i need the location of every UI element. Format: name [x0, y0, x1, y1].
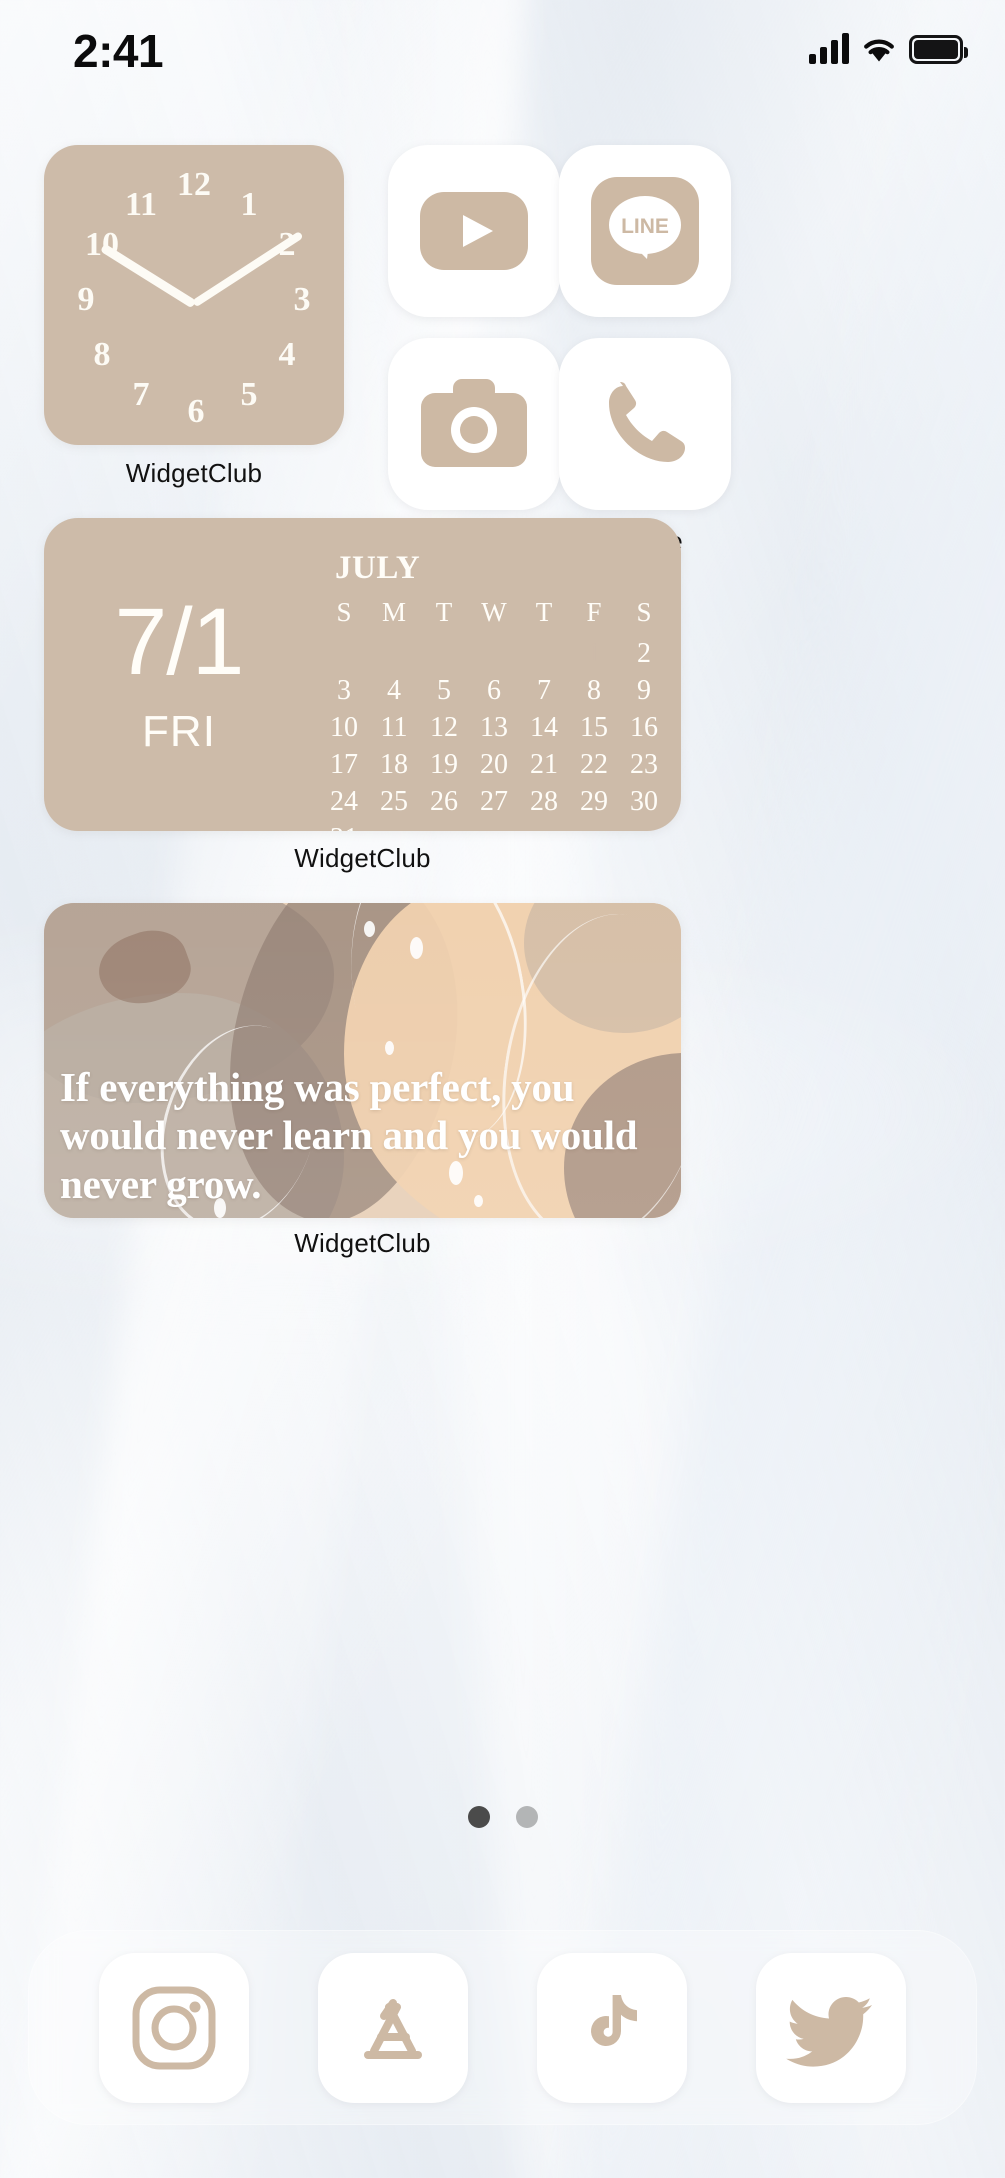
clock-numeral: 12	[177, 166, 211, 203]
clock-numeral: 8	[93, 336, 111, 373]
clock-numeral: 9	[77, 281, 95, 318]
calendar-day: 7	[537, 675, 551, 706]
calendar-date-block: 7/1 FRI	[44, 518, 314, 831]
calendar-day: 31	[319, 822, 369, 831]
calendar-weekday-header: F	[586, 597, 602, 627]
wifi-icon	[864, 39, 894, 62]
status-bar-indicators	[809, 32, 968, 64]
calendar-weekday-header: T	[535, 597, 553, 627]
twitter-icon	[786, 1996, 873, 2067]
instagram-icon	[132, 1986, 216, 2069]
tiktok-icon	[591, 1994, 638, 2046]
calendar-weekday-header: S	[336, 597, 352, 627]
clock-widget-label: WidgetClub	[125, 458, 263, 488]
calendar-day: 4	[387, 675, 401, 706]
camera-icon	[421, 379, 527, 467]
calendar-day: 20	[480, 749, 508, 780]
clock-numeral: 4	[278, 336, 296, 373]
quote-widget[interactable]: If everything was perfect, you would nev…	[44, 903, 681, 1218]
calendar-weekday-header: S	[636, 597, 652, 627]
calendar-day: 14	[530, 712, 558, 743]
calendar-day: 26	[430, 786, 458, 817]
signal-bars-icon	[809, 32, 849, 64]
calendar-day: 24	[330, 786, 358, 817]
calendar-day: 2	[637, 638, 651, 669]
phone-icon	[609, 382, 685, 462]
quote-widget-label: WidgetClub	[294, 1228, 431, 1258]
calendar-day: 22	[580, 749, 608, 780]
calendar-day: 13	[480, 712, 508, 743]
calendar-month-block: JULY SMTWTFS.....12345678910111213141516…	[319, 550, 669, 831]
app-tile[interactable]: LINE	[559, 145, 731, 317]
calendar-grid: SMTWTFS.....1234567891011121314151617181…	[319, 595, 669, 831]
home-screen: 12 1 2 3 4 5 6 7 8 9 10 11 WidgetClub Yo…	[0, 0, 1005, 2178]
status-bar: 2:41	[0, 0, 1005, 96]
calendar-weekday-header: T	[435, 597, 453, 627]
line-icon: LINE	[591, 177, 699, 285]
calendar-day: 16	[630, 712, 658, 743]
clock-face: 12 1 2 3 4 5 6 7 8 9 10 11	[44, 145, 344, 445]
calendar-day-of-week: FRI	[142, 707, 216, 756]
svg-text:LINE: LINE	[621, 215, 669, 238]
dock-icon-app-store[interactable]	[317, 1952, 468, 2103]
calendar-weekday-header: M	[381, 597, 406, 627]
calendar-widget[interactable]: 7/1 FRI JULY SMTWTFS.....123456789101112…	[44, 518, 681, 831]
calendar-weekday-header: W	[481, 597, 507, 627]
calendar-day: 29	[580, 786, 608, 817]
clock-numeral: 6	[187, 393, 205, 430]
clock-numeral: 3	[293, 281, 311, 318]
calendar-widget-label: WidgetClub	[294, 843, 431, 873]
calendar-day: 15	[580, 712, 608, 743]
clock-numeral: 5	[240, 376, 258, 413]
calendar-day: 18	[380, 749, 408, 780]
app-icon-line[interactable]: LINE LINE	[559, 145, 731, 364]
battery-full-icon	[909, 35, 968, 64]
status-bar-time: 2:41	[73, 25, 164, 77]
page-dot-active[interactable]	[467, 1806, 490, 1828]
calendar-day: 23	[630, 749, 658, 780]
dock-icon-twitter[interactable]	[756, 1952, 907, 2103]
clock-hour-hand	[100, 243, 197, 309]
app-icon-youtube[interactable]: YouTube	[388, 145, 560, 364]
quote-text: If everything was perfect, you would nev…	[60, 1063, 638, 1207]
calendar-day: 28	[530, 786, 558, 817]
calendar-date: 7/1	[114, 589, 244, 695]
calendar-day: 12	[430, 712, 458, 743]
app-tile[interactable]	[388, 338, 560, 510]
app-store-icon	[363, 1998, 422, 2059]
calendar-day: 17	[330, 749, 358, 780]
calendar-day: 8	[587, 675, 601, 706]
page-indicator[interactable]	[0, 1806, 1005, 1828]
youtube-icon	[420, 192, 528, 270]
calendar-day: 25	[380, 786, 408, 817]
calendar-day: 5	[437, 675, 451, 706]
app-tile[interactable]	[559, 338, 731, 510]
calendar-day: 11	[380, 712, 408, 743]
dock-icon-tiktok[interactable]	[537, 1952, 688, 2103]
dock	[28, 1930, 977, 2125]
calendar-day: 21	[530, 749, 558, 780]
clock-widget[interactable]: 12 1 2 3 4 5 6 7 8 9 10 11	[44, 145, 344, 445]
clock-minute-hand	[191, 230, 304, 308]
calendar-day: 10	[330, 712, 358, 743]
clock-numeral: 1	[240, 186, 258, 223]
calendar-day: 6	[487, 675, 501, 706]
calendar-month-title: JULY	[335, 550, 421, 586]
calendar-day-today: 1	[569, 635, 619, 673]
dock-icon-instagram[interactable]	[98, 1952, 249, 2103]
calendar-day: 3	[337, 675, 351, 706]
calendar-day: 19	[430, 749, 458, 780]
page-dot[interactable]	[515, 1806, 538, 1828]
calendar-day: 30	[630, 786, 658, 817]
app-tile[interactable]	[388, 145, 560, 317]
clock-numeral: 7	[132, 376, 150, 413]
clock-numeral: 11	[124, 186, 158, 223]
calendar-day: 9	[637, 675, 651, 706]
calendar-day: 27	[480, 786, 508, 817]
